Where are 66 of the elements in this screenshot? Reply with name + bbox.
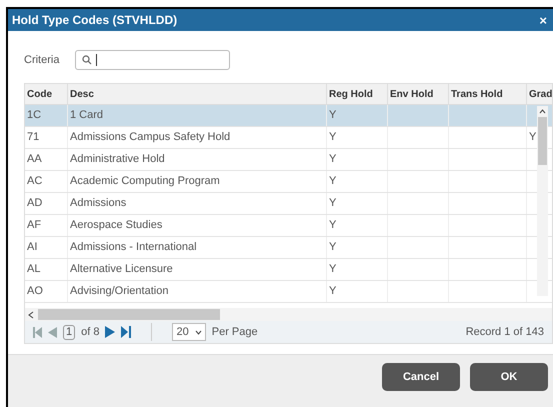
table-row[interactable]: AD Admissions Y	[25, 193, 552, 215]
table-cell-text: Admissions Campus Safety Hold	[70, 130, 230, 146]
next-page-icon[interactable]	[105, 326, 116, 338]
table-cell-text: Aerospace Studies	[70, 218, 162, 234]
table-cell-text: Advising/Orientation	[70, 284, 168, 300]
table-cell-text: Admissions	[70, 196, 126, 212]
table-cell-text: AO	[27, 284, 43, 300]
previous-page-icon[interactable]	[48, 326, 57, 338]
column-header[interactable]: Grad	[527, 84, 553, 104]
scroll-up-icon[interactable]	[539, 109, 546, 114]
criteria-label: Criteria	[24, 52, 60, 68]
last-page-icon[interactable]	[121, 326, 132, 338]
table-cell-text: Y	[329, 130, 336, 146]
table-row[interactable]: AC Academic Computing Program Y	[25, 171, 552, 193]
table-cell-text: AC	[27, 174, 42, 190]
ok-button[interactable]: OK	[470, 363, 548, 391]
table-row[interactable]: 1C 1 Card Y	[25, 105, 552, 127]
table-cell-text: Y	[529, 130, 536, 146]
dropdown-caret-icon	[194, 330, 202, 334]
scrollbar-thumb[interactable]	[538, 117, 547, 165]
table-cell-text: Y	[329, 218, 336, 234]
column-header[interactable]: Trans Hold	[449, 84, 527, 104]
table-cell-text: Y	[329, 196, 336, 212]
search-icon	[82, 55, 92, 65]
table-cell-text: 71	[27, 130, 40, 146]
table-cell-text: Y	[329, 174, 336, 190]
table-cell-text: Alternative Licensure	[70, 262, 173, 278]
column-header[interactable]: Reg Hold	[327, 84, 388, 104]
column-header[interactable]: Env Hold	[388, 84, 449, 104]
table-cell-text: Y	[329, 262, 336, 278]
table-cell-text: 1 Card	[70, 108, 104, 124]
per-page-label: Per Page	[212, 324, 258, 340]
window-title: Hold Type Codes (STVHLDD)	[12, 12, 178, 29]
first-page-icon[interactable]	[33, 326, 42, 338]
table-row[interactable]: AA Administrative Hold Y	[25, 149, 552, 171]
table-cell-text: Administrative Hold	[70, 152, 165, 168]
page-count: of 8	[81, 324, 100, 340]
table-cell-text: 1C	[27, 108, 42, 124]
table-cell-text: Y	[329, 240, 336, 256]
table-row[interactable]: AI Admissions - International Y	[25, 237, 552, 259]
table-cell-text: Admissions - International	[70, 240, 197, 256]
table-cell-text: AD	[27, 196, 42, 212]
record-count: Record 1 of 143	[466, 324, 544, 340]
table-cell-text: Y	[329, 108, 336, 124]
table-row[interactable]: AL Alternative Licensure Y	[25, 259, 552, 281]
table-cell-text: AA	[27, 152, 42, 168]
table-cell-text: AI	[27, 240, 38, 256]
column-header[interactable]: Code	[25, 84, 68, 104]
table-row[interactable]: AO Advising/Orientation Y	[25, 281, 552, 303]
scroll-left-icon[interactable]	[28, 310, 34, 318]
table-row[interactable]: 71 Admissions Campus Safety Hold Y Y	[25, 127, 552, 149]
close-button[interactable]: ×	[539, 14, 547, 26]
table-row[interactable]: AF Aerospace Studies Y	[25, 215, 552, 237]
per-page-select[interactable]: 20	[172, 323, 206, 341]
table-cell-text: AL	[27, 262, 40, 278]
page-number-field[interactable]: 1	[63, 324, 76, 340]
table-cell-text: AF	[27, 218, 42, 234]
cancel-button[interactable]: Cancel	[382, 363, 460, 391]
table-cell-text: Y	[329, 284, 336, 300]
horizontal-scrollbar[interactable]	[25, 308, 552, 321]
criteria-field[interactable]	[75, 50, 230, 70]
vertical-scrollbar[interactable]	[537, 106, 548, 296]
table-cell-text: Academic Computing Program	[70, 174, 220, 190]
scrollbar-thumb[interactable]	[38, 309, 220, 320]
table-cell-text: Y	[329, 152, 336, 168]
column-header[interactable]: Desc	[68, 84, 327, 104]
